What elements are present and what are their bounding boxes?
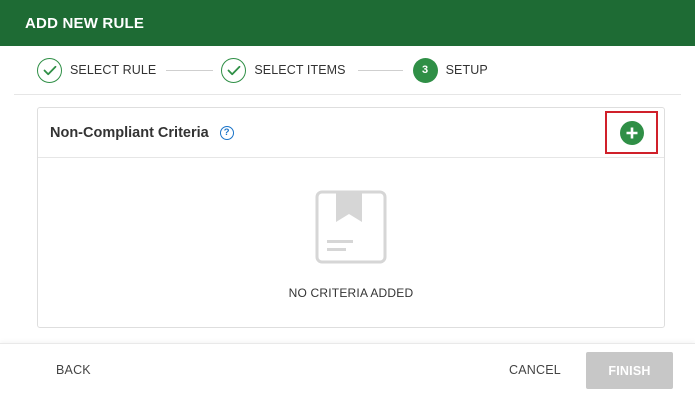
step-label: SETUP (445, 63, 488, 77)
criteria-panel: Non-Compliant Criteria ? NO CRITERIA ADD… (37, 107, 665, 328)
step-connector (357, 69, 403, 71)
add-criteria-button[interactable] (619, 120, 644, 145)
step-connector (166, 69, 214, 71)
criteria-panel-header: Non-Compliant Criteria ? (38, 108, 664, 158)
step-label: SELECT ITEMS (254, 63, 346, 77)
step-number-badge: 3 (412, 57, 438, 83)
bookmark-box-icon (315, 190, 387, 269)
panel-title: Non-Compliant Criteria (50, 124, 209, 141)
empty-state: NO CRITERIA ADDED (38, 158, 664, 327)
add-button-highlight (605, 111, 658, 154)
check-icon (37, 57, 62, 83)
dialog-footer: BACK CANCEL FINISH (0, 343, 695, 396)
dialog-title: ADD NEW RULE (25, 14, 145, 32)
step-label: SELECT RULE (70, 63, 157, 77)
question-circle-icon[interactable]: ? (219, 125, 234, 140)
dialog-header: ADD NEW RULE (0, 0, 695, 46)
step-setup: 3 SETUP (412, 57, 488, 83)
cancel-button[interactable]: CANCEL (509, 363, 561, 377)
wizard-stepper: SELECT RULE SELECT ITEMS 3 SETUP (0, 46, 695, 94)
stepper-divider (14, 94, 681, 95)
finish-button[interactable]: FINISH (586, 352, 673, 389)
plus-icon (626, 127, 637, 138)
step-select-items[interactable]: SELECT ITEMS (221, 57, 346, 83)
empty-message: NO CRITERIA ADDED (288, 286, 414, 300)
check-icon (221, 57, 247, 83)
back-button[interactable]: BACK (56, 363, 91, 377)
step-select-rule[interactable]: SELECT RULE (37, 57, 157, 83)
